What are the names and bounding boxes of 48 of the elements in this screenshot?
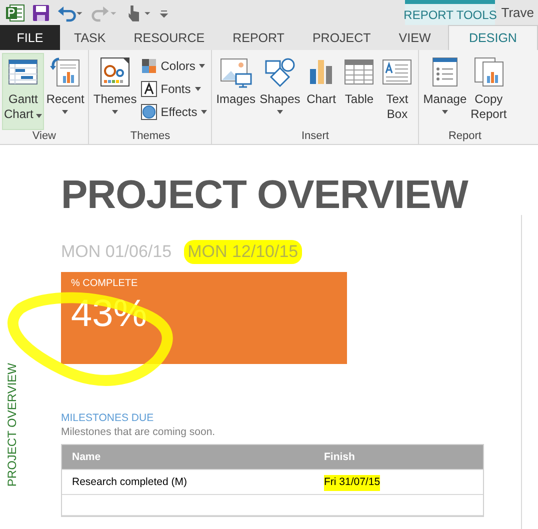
ribbon-tab[interactable]: PROJECT bbox=[298, 25, 385, 50]
file-tab[interactable]: FILE bbox=[0, 25, 60, 50]
date-text: MON 12/10/15 bbox=[184, 240, 302, 264]
font-icon bbox=[140, 80, 157, 96]
images-icon bbox=[220, 56, 252, 88]
group-label: Report bbox=[447, 130, 482, 144]
group-label: Themes bbox=[129, 130, 172, 144]
group-label: Insert bbox=[300, 130, 330, 144]
group-label: View bbox=[31, 130, 58, 144]
ribbon-button[interactable]: Themes bbox=[91, 53, 139, 130]
date-text: MON 01/06/15 bbox=[61, 241, 173, 263]
ribbon-button[interactable]: Manage bbox=[421, 53, 469, 130]
side-label: PROJECT OVERVIEW bbox=[5, 363, 19, 487]
ribbon-tab[interactable]: REPORT bbox=[218, 25, 298, 50]
report-icon bbox=[49, 56, 82, 88]
ribbon-button[interactable]: Copy Report bbox=[468, 53, 509, 130]
ribbon-button[interactable]: Chart bbox=[302, 53, 340, 130]
ribbon-button[interactable]: Gantt Chart bbox=[2, 53, 44, 130]
copy-report-icon bbox=[472, 56, 505, 88]
shapes-icon bbox=[264, 56, 296, 88]
percent-value: 43% bbox=[71, 293, 148, 336]
window-title: Trave bbox=[501, 5, 534, 20]
ribbon-tab[interactable]: DESIGN bbox=[448, 25, 538, 50]
ribbon-button[interactable]: Text Box bbox=[378, 53, 416, 130]
ribbon-tab[interactable]: TASK bbox=[60, 25, 120, 50]
table-cell: Fri 31/07/15 bbox=[324, 475, 380, 491]
themes-icon bbox=[99, 56, 132, 88]
contextual-tab-label: REPORT TOOLS bbox=[405, 0, 496, 25]
ribbon-button[interactable]: Table bbox=[340, 53, 378, 130]
ribbon-button[interactable]: Recent bbox=[44, 53, 86, 130]
ribbon-button[interactable]: Fonts bbox=[138, 78, 210, 99]
effects-icon bbox=[140, 104, 157, 120]
ribbon-tab[interactable]: RESOURCE bbox=[120, 25, 219, 50]
color-palette-icon bbox=[140, 58, 157, 74]
project-logo-icon[interactable] bbox=[5, 2, 25, 22]
panel-label: % COMPLETE bbox=[71, 278, 139, 289]
table-cell-text: Research completed (M) bbox=[71, 476, 188, 488]
ribbon-button[interactable]: Images bbox=[214, 53, 258, 130]
ribbon-button[interactable]: Colors bbox=[138, 55, 210, 76]
ribbon-tab[interactable]: VIEW bbox=[384, 25, 445, 50]
report-title: PROJECT OVERVIEW bbox=[61, 173, 470, 218]
column-header: Finish bbox=[323, 451, 356, 463]
ribbon-button[interactable]: Shapes bbox=[258, 53, 302, 130]
section-heading: MILESTONES DUE bbox=[61, 412, 155, 424]
ribbon-button[interactable]: Effects bbox=[138, 101, 210, 122]
section-subtitle: Milestones that are coming soon. bbox=[61, 426, 216, 438]
save-icon[interactable] bbox=[31, 2, 51, 22]
column-header: Name bbox=[71, 451, 102, 463]
